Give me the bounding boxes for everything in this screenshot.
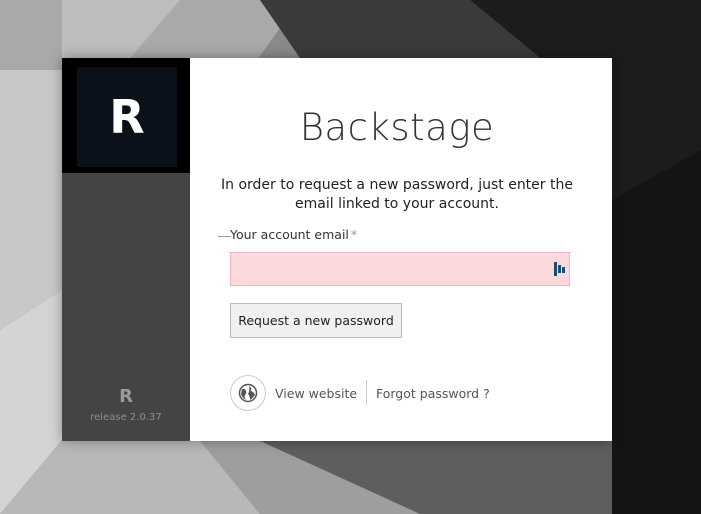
forgot-password-link[interactable]: Forgot password ? — [376, 386, 490, 401]
main-panel: Backstage In order to request a new pass… — [190, 58, 612, 441]
globe-icon — [238, 383, 258, 403]
release-version: release 2.0.37 — [90, 412, 162, 423]
password-manager-icon[interactable] — [554, 262, 566, 276]
sidebar: R R release 2.0.37 — [62, 58, 190, 441]
email-field[interactable] — [230, 252, 570, 286]
app-logo: R — [77, 67, 177, 167]
password-reset-dialog: R R release 2.0.37 Backstage In order to… — [62, 58, 612, 441]
logo-block: R — [62, 58, 190, 173]
email-field-label: Your account email * — [218, 227, 358, 242]
globe-button[interactable] — [230, 375, 266, 411]
small-logo-icon: R — [119, 386, 133, 407]
label-dash — [218, 236, 231, 237]
link-divider — [366, 380, 367, 405]
email-label-text: Your account email — [230, 227, 349, 242]
logo-letter: R — [109, 90, 145, 144]
page-title: Backstage — [299, 106, 495, 149]
request-password-button[interactable]: Request a new password — [230, 303, 402, 338]
required-marker: * — [350, 227, 358, 242]
view-website-link[interactable]: View website — [275, 386, 357, 401]
intro-text: In order to request a new password, just… — [221, 177, 573, 212]
